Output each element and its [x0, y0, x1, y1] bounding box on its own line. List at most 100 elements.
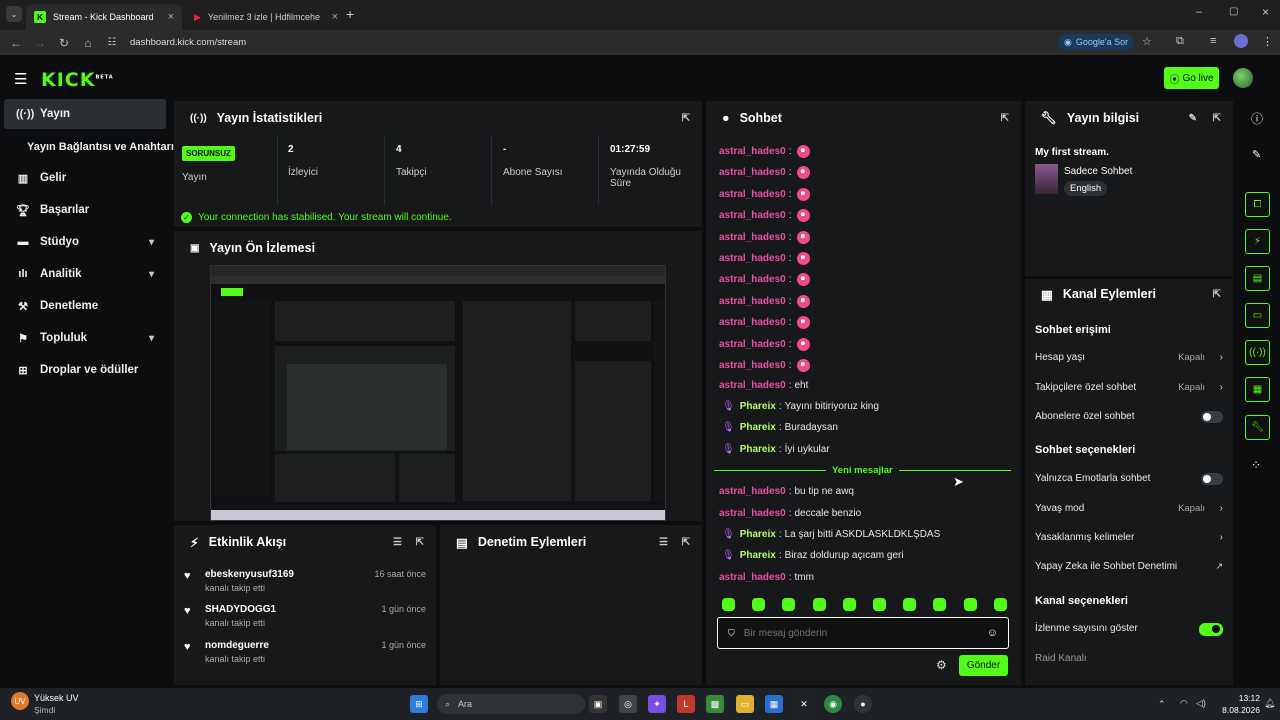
sidebar-item-analitik[interactable]: ılı Analitik ▾: [4, 259, 166, 289]
send-button[interactable]: Gönder: [959, 655, 1008, 676]
avatar[interactable]: [1233, 68, 1253, 88]
activity-user[interactable]: ebeskenyusuf3169: [205, 569, 294, 580]
wifi-icon[interactable]: ◠: [1180, 698, 1188, 709]
activity-user[interactable]: nomdeguerre: [205, 640, 269, 651]
reload-icon[interactable]: ↻: [52, 36, 76, 50]
chat-bubble-icon[interactable]: ▭: [1245, 303, 1270, 328]
emote-picker-icon[interactable]: [782, 598, 796, 611]
popout-icon[interactable]: ⇱: [1213, 113, 1221, 124]
chat-username[interactable]: astral_hades0: [719, 232, 786, 243]
emote-picker-icon[interactable]: [993, 598, 1007, 611]
emote-picker-icon[interactable]: [752, 598, 766, 611]
chat-username[interactable]: astral_hades0: [719, 572, 786, 583]
app-l-icon[interactable]: L: [677, 695, 695, 713]
chat-input[interactable]: ⛉ ☺: [717, 617, 1009, 649]
wrench-icon[interactable]: 🔧︎: [1245, 415, 1270, 440]
emoji-icon[interactable]: ☺: [987, 627, 998, 639]
close-icon[interactable]: ×: [168, 11, 174, 23]
chat-username[interactable]: astral_hades0: [719, 508, 786, 519]
sidebar-item-topluluk[interactable]: ⚑ Topluluk ▾: [4, 323, 166, 353]
chat-username[interactable]: astral_hades0: [719, 380, 786, 391]
popout-icon[interactable]: ⇱: [682, 537, 690, 548]
activity-user[interactable]: SHADYDOGG1: [205, 604, 276, 615]
emote-picker-icon[interactable]: [842, 598, 856, 611]
chat-username[interactable]: Phareix: [740, 422, 776, 433]
followers-only-option[interactable]: Takipçilere özel sohbet Kapalı ›: [1035, 382, 1225, 393]
chat-input-field[interactable]: [743, 627, 964, 639]
sidebar-item-denetleme[interactable]: ⚒ Denetleme: [4, 291, 166, 321]
chat-username[interactable]: astral_hades0: [719, 253, 786, 264]
filter-icon[interactable]: ☰: [393, 537, 402, 548]
layout-icon[interactable]: ▦: [1245, 377, 1270, 402]
emotes-only-toggle[interactable]: [1201, 473, 1223, 485]
bolt-icon[interactable]: ⚡︎: [1245, 229, 1270, 254]
store-icon[interactable]: ▦: [765, 695, 783, 713]
back-icon[interactable]: ←: [4, 36, 28, 50]
file-explorer-icon[interactable]: ▭: [736, 695, 754, 713]
popout-icon[interactable]: ⇱: [416, 537, 424, 548]
popout-icon[interactable]: ⇱: [682, 113, 690, 124]
window-close-icon[interactable]: ×: [1262, 5, 1269, 19]
emote-picker-icon[interactable]: [903, 598, 917, 611]
chat-username[interactable]: astral_hades0: [719, 296, 786, 307]
go-live-button[interactable]: ⦿ Go live: [1164, 67, 1219, 89]
emote-picker-icon[interactable]: [963, 598, 977, 611]
chat-username[interactable]: astral_hades0: [719, 210, 786, 221]
minecraft-icon[interactable]: ▩: [706, 695, 724, 713]
chat-username[interactable]: astral_hades0: [719, 274, 786, 285]
filter-icon[interactable]: ☰: [659, 537, 668, 548]
close-icon[interactable]: ×: [332, 11, 338, 23]
info-icon[interactable]: ⓘ: [1251, 110, 1263, 127]
app-icon[interactable]: ◎: [619, 695, 637, 713]
emote-picker-icon[interactable]: [812, 598, 826, 611]
home-icon[interactable]: ⌂: [76, 36, 100, 50]
ai-moderation-option[interactable]: Yapay Zeka ile Sohbet Denetimi ↗: [1035, 561, 1225, 572]
broadcast-icon[interactable]: ((·)): [1245, 340, 1270, 365]
notification-icon[interactable]: 🔔︎: [1264, 698, 1275, 709]
chat-username[interactable]: astral_hades0: [719, 146, 786, 157]
gear-icon[interactable]: ⚙: [936, 658, 947, 672]
popout-icon[interactable]: ⇱: [1001, 113, 1009, 124]
sidebar-item-yayin[interactable]: ((·)) Yayın: [4, 99, 166, 129]
capture-icon[interactable]: ⧠: [1245, 192, 1270, 217]
star-icon[interactable]: ☆: [1142, 35, 1152, 48]
sidebar-item-gelir[interactable]: ▥ Gelir: [4, 163, 166, 193]
extensions-icon[interactable]: ⧉: [1176, 35, 1184, 48]
sidebar-item-stream-key[interactable]: Yayın Bağlantısı ve Anahtarı: [4, 132, 174, 162]
chat-username[interactable]: Phareix: [740, 401, 776, 412]
reading-list-icon[interactable]: ≡: [1210, 35, 1216, 47]
chat-username[interactable]: Phareix: [740, 444, 776, 455]
stream-preview-video[interactable]: [210, 265, 666, 521]
forward-icon[interactable]: →: [28, 36, 52, 50]
subs-only-toggle[interactable]: [1201, 411, 1223, 423]
show-viewers-toggle[interactable]: [1199, 623, 1223, 636]
weather-icon[interactable]: UV: [11, 692, 29, 710]
slow-mode-option[interactable]: Yavaş mod Kapalı ›: [1035, 503, 1225, 514]
volume-icon[interactable]: ◁): [1196, 698, 1206, 709]
chat-username[interactable]: astral_hades0: [719, 360, 786, 371]
clock-time[interactable]: 13:12: [1224, 693, 1260, 703]
chat-username[interactable]: astral_hades0: [719, 486, 786, 497]
tab-search-icon[interactable]: ⌄: [6, 6, 22, 22]
copilot-icon[interactable]: ✦: [648, 695, 666, 713]
clock-date[interactable]: 8.08.2026: [1213, 705, 1260, 715]
minimize-icon[interactable]: –: [1196, 6, 1202, 18]
sidebar-item-droplar[interactable]: ⊞ Droplar ve ödüller: [4, 355, 166, 385]
emote-picker-icon[interactable]: [722, 598, 735, 611]
address-bar[interactable]: dashboard.kick.com/stream: [130, 37, 246, 48]
sidebar-item-basarilar[interactable]: 🏆︎ Başarılar: [4, 195, 166, 225]
hamburger-icon[interactable]: ☰: [14, 70, 27, 88]
pen-icon[interactable]: ✎: [1252, 148, 1261, 161]
emote-picker-icon[interactable]: [873, 598, 886, 611]
xbox-icon[interactable]: ✕: [795, 695, 813, 713]
kick-logo[interactable]: KICKBETA: [41, 69, 114, 91]
maximize-icon[interactable]: ▢: [1229, 6, 1238, 17]
windows-start-icon[interactable]: ⊞: [410, 695, 428, 713]
chat-username[interactable]: astral_hades0: [719, 317, 786, 328]
popout-icon[interactable]: ⇱: [1213, 289, 1221, 300]
obs-icon[interactable]: ●: [854, 695, 872, 713]
banned-words-option[interactable]: Yasaklanmış kelimeler ›: [1035, 532, 1225, 543]
new-tab-icon[interactable]: +: [346, 6, 354, 22]
chat-username[interactable]: Phareix: [740, 529, 776, 540]
task-view-icon[interactable]: ▣: [589, 695, 607, 713]
